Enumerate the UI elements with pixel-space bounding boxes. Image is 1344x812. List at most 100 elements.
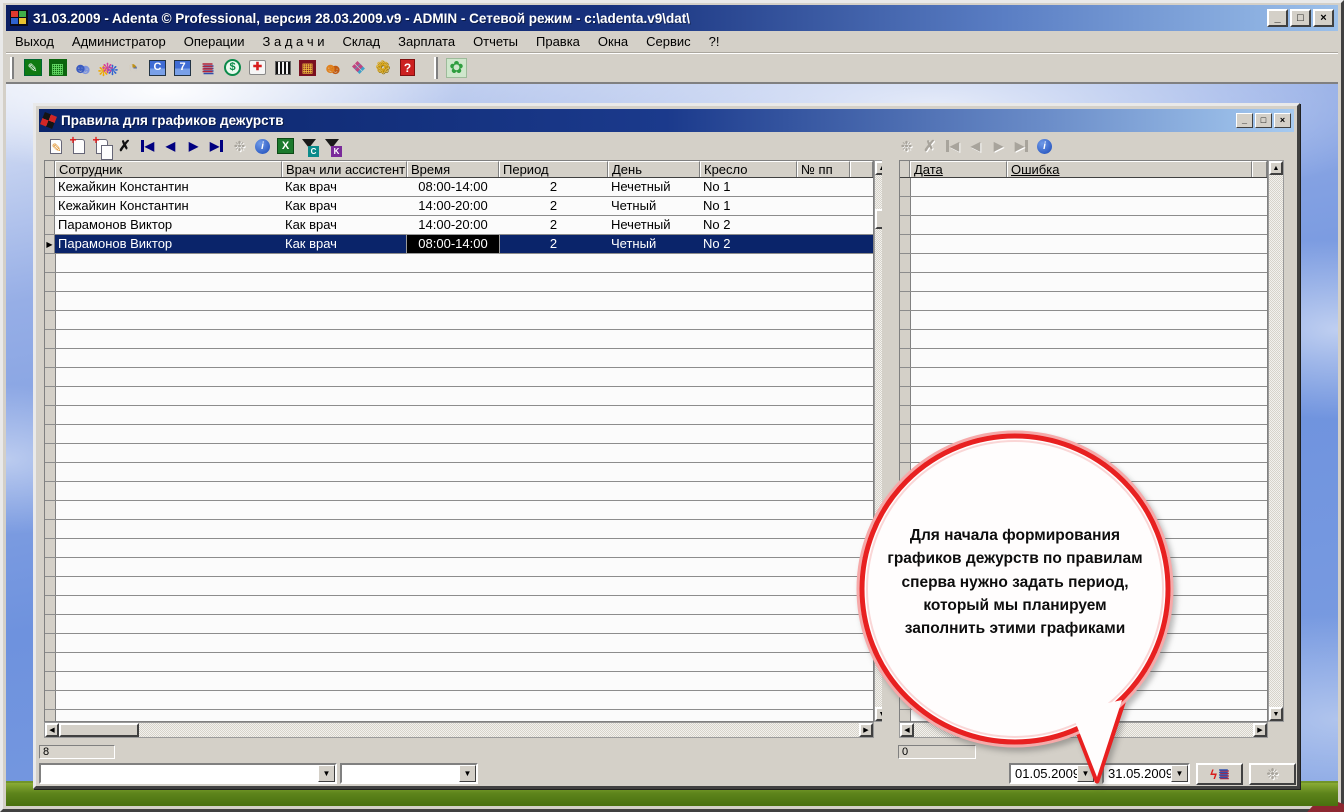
delete-record-button[interactable]: ✗ bbox=[113, 135, 136, 158]
schedule-clock-button[interactable]: ◔ bbox=[120, 55, 145, 80]
col-header-period[interactable]: Период bbox=[499, 161, 608, 177]
firstaid-button[interactable]: ✚ bbox=[245, 55, 270, 80]
indicator-header bbox=[900, 161, 910, 177]
errors-info-button[interactable]: i bbox=[1033, 135, 1056, 158]
maximize-button[interactable]: □ bbox=[1290, 9, 1311, 27]
menu-operations[interactable]: Операции bbox=[175, 32, 254, 51]
col-header-role[interactable]: Врач или ассистент bbox=[282, 161, 407, 177]
rules-record-count: 8 bbox=[39, 745, 115, 759]
duty-rules-button[interactable]: ≣ bbox=[195, 55, 220, 80]
barcode-icon bbox=[274, 60, 291, 75]
menu-service[interactable]: Сервис bbox=[637, 32, 700, 51]
menu-reports[interactable]: Отчеты bbox=[464, 32, 527, 51]
table-row[interactable]: Кежайкин Константин Как врач 14:00-20:00… bbox=[45, 197, 873, 216]
col-header-employee[interactable]: Сотрудник bbox=[55, 161, 282, 177]
menu-windows[interactable]: Окна bbox=[589, 32, 637, 51]
rules-hscrollbar[interactable]: ◀ ▶ bbox=[44, 722, 874, 738]
col-header-date[interactable]: Дата bbox=[910, 161, 1007, 177]
clover-button[interactable]: ✿ bbox=[444, 55, 469, 80]
payments-button[interactable]: $ bbox=[220, 55, 245, 80]
chevron-down-icon[interactable]: ▼ bbox=[459, 765, 476, 782]
child-maximize-button[interactable]: □ bbox=[1255, 113, 1272, 128]
rules-grid[interactable]: Сотрудник Врач или ассистент Время Перио… bbox=[44, 160, 874, 722]
excel-export-button[interactable]: X bbox=[274, 135, 297, 158]
edit-card-icon: ✎ bbox=[23, 59, 42, 76]
palette-button[interactable]: ❖ bbox=[345, 55, 370, 80]
stack-bars-icon: ≣ bbox=[1217, 766, 1229, 781]
rules-toolbar: ✎ ✗ ◀ ◀ ▶ ▶ ❉ i X C K bbox=[39, 132, 1294, 160]
settings-gear-button[interactable]: ❁ bbox=[370, 55, 395, 80]
col-header-error[interactable]: Ошибка bbox=[1007, 161, 1252, 177]
holidays-button[interactable]: ❋ bbox=[95, 55, 120, 80]
menu-exit[interactable]: Выход bbox=[6, 32, 63, 51]
staff-button[interactable]: ☻ bbox=[320, 55, 345, 80]
chevron-down-icon[interactable]: ▼ bbox=[318, 765, 335, 782]
delete-record-icon: ✗ bbox=[118, 137, 131, 155]
col-header-order[interactable]: № пп bbox=[797, 161, 850, 177]
info-icon: i bbox=[255, 138, 270, 154]
errors-generate-button: ❉ bbox=[895, 135, 918, 158]
scroll-right-button[interactable]: ▶ bbox=[1253, 723, 1267, 737]
info-icon: i bbox=[1037, 138, 1052, 154]
menu-warehouse[interactable]: Склад bbox=[334, 32, 390, 51]
col-header-filler bbox=[850, 161, 873, 177]
scroll-down-button[interactable]: ▼ bbox=[1269, 707, 1283, 721]
green-grid-button[interactable]: ▦ bbox=[45, 55, 70, 80]
errors-grid-header: Дата Ошибка bbox=[900, 161, 1267, 178]
col-header-day[interactable]: День bbox=[608, 161, 700, 177]
nav-prev-icon: ◀ bbox=[165, 139, 176, 153]
cash-register-button[interactable]: ▦ bbox=[295, 55, 320, 80]
calendar-c-button[interactable]: C bbox=[145, 55, 170, 80]
fill-schedules-button: ❉ bbox=[1249, 763, 1296, 785]
close-button[interactable]: × bbox=[1313, 9, 1334, 27]
toolbar-grip bbox=[434, 56, 438, 79]
menu-edit[interactable]: Правка bbox=[527, 32, 589, 51]
table-row[interactable]: Кежайкин Константин Как врач 08:00-14:00… bbox=[45, 178, 873, 197]
table-row-selected[interactable]: ▶ Парамонов Виктор Как врач 08:00-14:00 … bbox=[45, 234, 873, 254]
child-minimize-button[interactable]: _ bbox=[1236, 113, 1253, 128]
row-marker: ▶ bbox=[45, 235, 55, 253]
scroll-up-button[interactable]: ▲ bbox=[1269, 161, 1283, 175]
nav-prev-button[interactable]: ◀ bbox=[159, 135, 182, 158]
nav-last-icon: ▶ bbox=[210, 140, 224, 152]
errors-nav-prev-button: ◀ bbox=[964, 135, 987, 158]
time-edit-cell[interactable]: 08:00-14:00 bbox=[406, 234, 500, 254]
info-button[interactable]: i bbox=[251, 135, 274, 158]
footer-combo-1[interactable]: ▼ bbox=[39, 763, 337, 784]
dollar-icon: $ bbox=[224, 59, 241, 76]
menu-salary[interactable]: Зарплата bbox=[389, 32, 464, 51]
patients-button[interactable]: ☻ bbox=[70, 55, 95, 80]
minimize-button[interactable]: _ bbox=[1267, 9, 1288, 27]
insert-record-button[interactable] bbox=[67, 133, 90, 158]
nav-next-button[interactable]: ▶ bbox=[182, 135, 205, 158]
rules-window-titlebar[interactable]: Правила для графиков дежурств _ □ × bbox=[39, 109, 1294, 132]
filter-k-button[interactable]: K bbox=[320, 135, 343, 158]
filter-c-button[interactable]: C bbox=[297, 135, 320, 158]
scroll-thumb[interactable] bbox=[59, 723, 139, 737]
app-title: 31.03.2009 - Adenta © Professional, верс… bbox=[33, 10, 691, 26]
menu-administrator[interactable]: Администратор bbox=[63, 32, 175, 51]
nav-first-button[interactable]: ◀ bbox=[136, 135, 159, 158]
edit-record-button[interactable]: ✎ bbox=[44, 135, 67, 158]
menu-tasks[interactable]: З а д а ч и bbox=[254, 32, 334, 51]
generate-schedules-button[interactable]: ϟ ≣ bbox=[1196, 763, 1243, 785]
calendar-7-button[interactable]: 7 bbox=[170, 55, 195, 80]
errors-vscrollbar[interactable]: ▲ ▼ bbox=[1268, 160, 1284, 722]
cash-register-icon: ▦ bbox=[299, 59, 316, 76]
menu-help[interactable]: ?! bbox=[700, 32, 729, 51]
edit-card-button[interactable]: ✎ bbox=[20, 55, 45, 80]
table-row[interactable]: Парамонов Виктор Как врач 14:00-20:00 2 … bbox=[45, 216, 873, 235]
col-header-time[interactable]: Время bbox=[407, 161, 499, 177]
nav-last-button[interactable]: ▶ bbox=[205, 135, 228, 158]
col-header-chair[interactable]: Кресло bbox=[700, 161, 797, 177]
barcode-button[interactable] bbox=[270, 55, 295, 80]
help-book-button[interactable]: ? bbox=[395, 55, 420, 80]
callout-text: Для начала формирования графиков дежурст… bbox=[887, 527, 1143, 637]
app-titlebar[interactable]: 31.03.2009 - Adenta © Professional, верс… bbox=[6, 5, 1338, 31]
child-close-button[interactable]: × bbox=[1274, 113, 1291, 128]
scroll-left-button[interactable]: ◀ bbox=[45, 723, 59, 737]
footer-combo-2[interactable]: ▼ bbox=[340, 763, 478, 784]
nav-prev-icon: ◀ bbox=[970, 139, 981, 153]
copy-record-button[interactable] bbox=[90, 133, 113, 160]
scrollbar-track[interactable] bbox=[139, 723, 859, 737]
